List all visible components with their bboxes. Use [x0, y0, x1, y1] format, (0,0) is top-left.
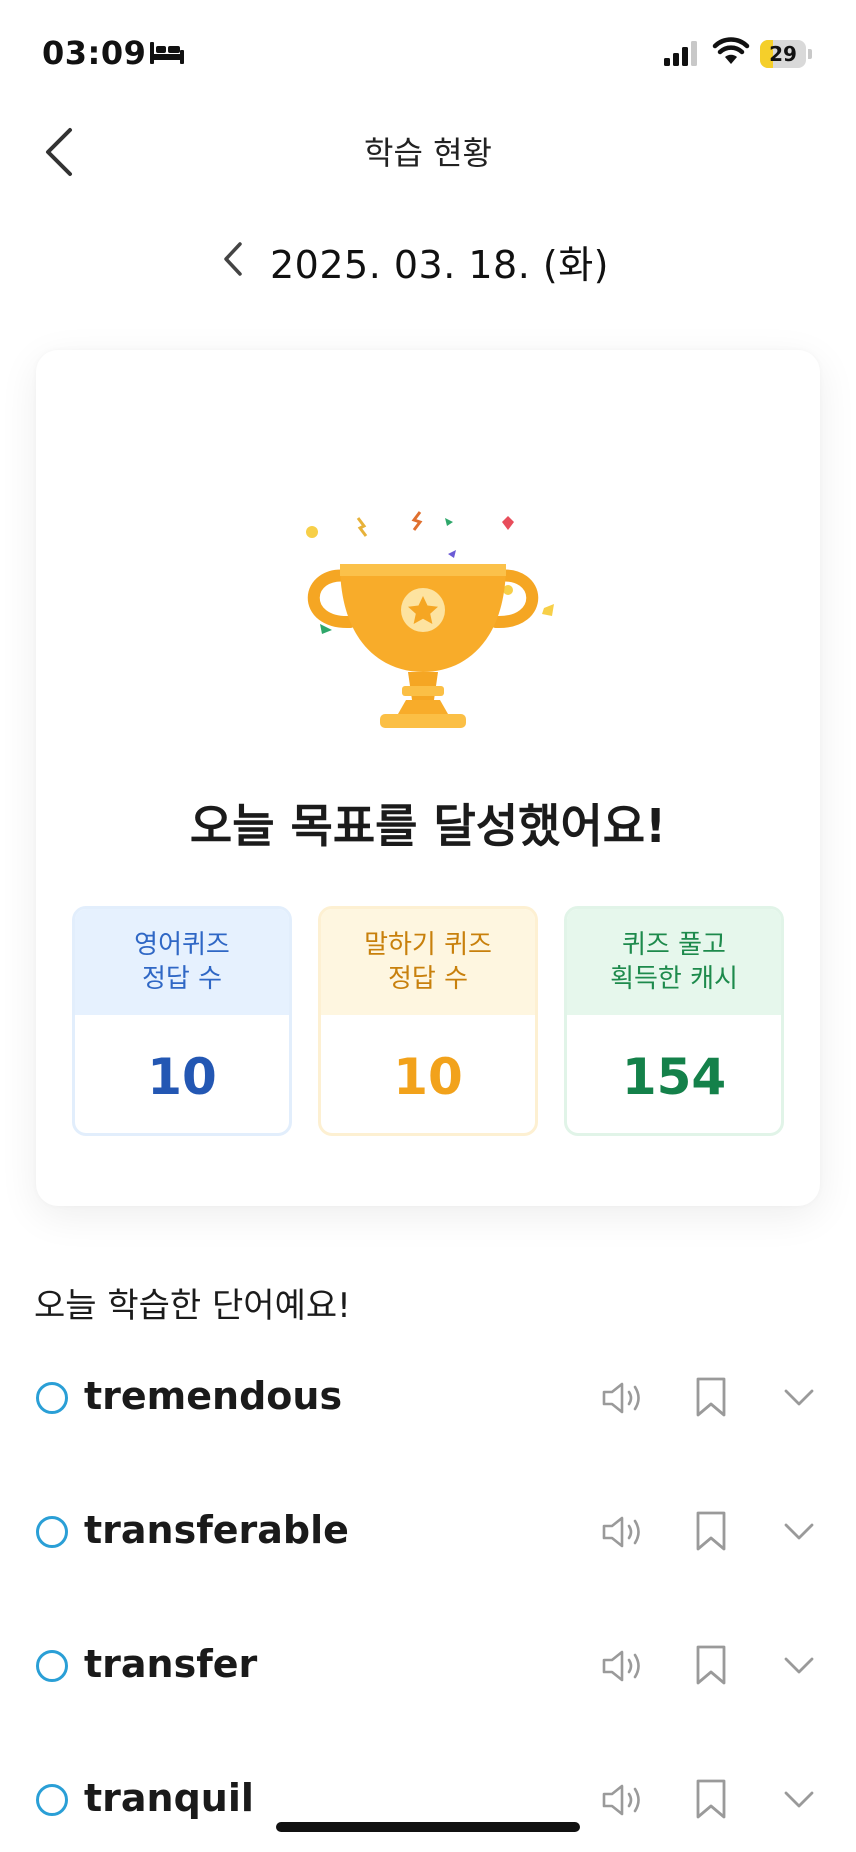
- stat-label-line: 퀴즈 풀고: [622, 930, 726, 960]
- stat-value: 154: [621, 1048, 727, 1106]
- battery-indicator: 29: [760, 40, 812, 68]
- word-check-circle[interactable]: [36, 1650, 68, 1682]
- stat-label: 퀴즈 풀고 획득한 캐시: [567, 909, 781, 1015]
- words-section-title: 오늘 학습한 단어예요!: [34, 1286, 351, 1326]
- sleep-focus-icon: [150, 42, 184, 64]
- bookmark-icon[interactable]: [694, 1510, 728, 1552]
- word-text[interactable]: transferable: [84, 1508, 349, 1552]
- wifi-icon: [712, 37, 750, 64]
- earned-cash-stat: 퀴즈 풀고 획득한 캐시 154: [564, 906, 784, 1136]
- word-text[interactable]: tremendous: [84, 1374, 342, 1418]
- home-indicator[interactable]: [276, 1822, 580, 1832]
- page-title: 학습 현황: [364, 134, 492, 172]
- stat-label-line: 말하기 퀴즈: [364, 930, 492, 960]
- stat-label-line: 영어퀴즈: [134, 930, 230, 960]
- previous-date-button[interactable]: [218, 238, 248, 280]
- speaker-icon[interactable]: [600, 1780, 646, 1820]
- battery-level: 29: [769, 42, 797, 66]
- stat-label: 말하기 퀴즈 정답 수: [321, 909, 535, 1015]
- word-row: transfer: [0, 1628, 856, 1708]
- speaker-icon[interactable]: [600, 1512, 646, 1552]
- word-text[interactable]: transfer: [84, 1642, 257, 1686]
- date-label: 2025. 03. 18. (화): [270, 243, 609, 287]
- bookmark-icon[interactable]: [694, 1644, 728, 1686]
- chevron-down-icon[interactable]: [782, 1784, 816, 1814]
- chevron-down-icon[interactable]: [782, 1516, 816, 1546]
- word-row: transferable: [0, 1494, 856, 1574]
- goal-achieved-message: 오늘 목표를 달성했어요!: [189, 799, 667, 853]
- battery-tip: [808, 49, 812, 59]
- stat-label: 영어퀴즈 정답 수: [75, 909, 289, 1015]
- trophy-icon: [306, 511, 554, 728]
- bookmark-icon[interactable]: [694, 1778, 728, 1820]
- summary-card: 오늘 목표를 달성했어요! 영어퀴즈 정답 수 10 말하기 퀴즈 정답 수 1…: [36, 350, 820, 1206]
- cellular-signal-icon: [664, 41, 697, 66]
- stat-value: 10: [147, 1048, 217, 1106]
- status-time: 03:09: [42, 34, 147, 72]
- speaking-quiz-correct-stat: 말하기 퀴즈 정답 수 10: [318, 906, 538, 1136]
- speaker-icon[interactable]: [600, 1378, 646, 1418]
- word-check-circle[interactable]: [36, 1382, 68, 1414]
- stat-label-line: 획득한 캐시: [610, 964, 738, 994]
- speaker-icon[interactable]: [600, 1646, 646, 1686]
- bookmark-icon[interactable]: [694, 1376, 728, 1418]
- word-check-circle[interactable]: [36, 1516, 68, 1548]
- word-row: tremendous: [0, 1360, 856, 1440]
- english-quiz-correct-stat: 영어퀴즈 정답 수 10: [72, 906, 292, 1136]
- stat-value: 10: [393, 1048, 463, 1106]
- stat-label-line: 정답 수: [387, 964, 469, 994]
- word-text[interactable]: tranquil: [84, 1776, 254, 1820]
- chevron-down-icon[interactable]: [782, 1650, 816, 1680]
- battery-body: 29: [760, 40, 806, 68]
- word-check-circle[interactable]: [36, 1784, 68, 1816]
- status-bar: 03:09 29: [0, 0, 856, 100]
- chevron-down-icon[interactable]: [782, 1382, 816, 1412]
- stat-label-line: 정답 수: [141, 964, 223, 994]
